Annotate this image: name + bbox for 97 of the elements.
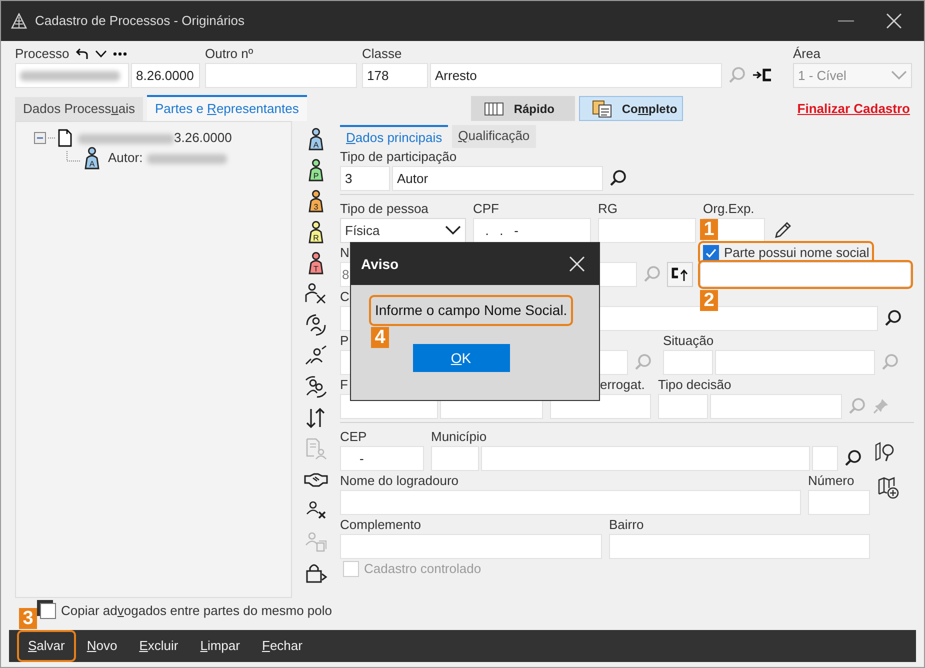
pencil-icon[interactable] bbox=[773, 220, 793, 240]
action-button[interactable]: Limpar bbox=[191, 632, 249, 660]
view-button[interactable]: Rápido bbox=[470, 96, 575, 121]
close-icon bbox=[569, 256, 585, 272]
text-field[interactable]: Arresto bbox=[430, 62, 722, 88]
field-label: Complemento bbox=[340, 517, 421, 533]
text-field[interactable]: Autor bbox=[392, 166, 603, 190]
field-label: CPF bbox=[473, 201, 499, 217]
dialog-message: Informe o campo Nome Social. bbox=[371, 297, 572, 324]
checkbox-label[interactable]: Parte possui nome social bbox=[724, 243, 870, 263]
chevron-down-icon[interactable] bbox=[445, 225, 461, 235]
search-icon[interactable] bbox=[609, 169, 627, 187]
field-label: Bairro bbox=[609, 517, 644, 533]
dialog-title: Aviso bbox=[361, 254, 399, 274]
text-field[interactable] bbox=[481, 446, 810, 470]
text-field[interactable]: 3 bbox=[340, 166, 390, 190]
field-label: errogat. bbox=[600, 377, 645, 393]
tree-node-label[interactable]: 3.26.0000 bbox=[78, 128, 232, 148]
field-label: Área bbox=[793, 46, 820, 62]
action-button[interactable]: Salvar bbox=[19, 632, 74, 660]
tab[interactable]: Dados Processuais bbox=[15, 96, 144, 121]
window-title: Cadastro de Processos - Originários bbox=[35, 12, 245, 30]
more-icon[interactable] bbox=[113, 52, 128, 56]
people-swap-icon[interactable] bbox=[304, 375, 328, 399]
columns-icon bbox=[484, 102, 504, 116]
field-label: N bbox=[340, 245, 350, 261]
chevron-down-icon[interactable] bbox=[95, 50, 108, 58]
minimize-icon bbox=[838, 20, 854, 22]
action-button[interactable]: Excluir bbox=[130, 632, 188, 660]
text-field[interactable] bbox=[808, 490, 870, 514]
field-label: F bbox=[340, 377, 348, 393]
text-field[interactable] bbox=[700, 262, 911, 286]
person-remove-icon[interactable] bbox=[304, 282, 328, 306]
text-field[interactable] bbox=[597, 262, 637, 286]
person-cycle-icon[interactable] bbox=[304, 313, 328, 337]
bracket-arrow-button[interactable] bbox=[667, 262, 693, 286]
documents-icon bbox=[592, 100, 612, 118]
checkbox[interactable] bbox=[40, 602, 56, 619]
field-label: Processo bbox=[15, 46, 70, 62]
text-field[interactable] bbox=[609, 534, 870, 558]
text-field[interactable] bbox=[431, 446, 479, 470]
action-button[interactable]: Fechar bbox=[252, 632, 312, 660]
text-field[interactable] bbox=[598, 218, 696, 242]
text-field[interactable]: 178 bbox=[362, 62, 428, 88]
text-field[interactable] bbox=[658, 394, 708, 418]
field-label: Tipo de participação bbox=[340, 149, 457, 165]
text-field[interactable] bbox=[812, 446, 838, 470]
field-label: P bbox=[340, 333, 349, 349]
undo-icon[interactable] bbox=[75, 48, 90, 60]
bracket-arrow-icon bbox=[671, 266, 689, 282]
text-field[interactable] bbox=[205, 62, 357, 88]
tab[interactable]: Partes e Representantes bbox=[147, 94, 307, 121]
finalize-link[interactable]: Finalizar Cadastro bbox=[797, 98, 910, 118]
tree-line bbox=[48, 137, 56, 139]
text-field[interactable] bbox=[340, 534, 602, 558]
text-field[interactable] bbox=[340, 490, 801, 514]
tab[interactable]: Qualificação bbox=[452, 125, 536, 148]
app-logo-icon bbox=[11, 13, 27, 29]
text-field[interactable] bbox=[710, 394, 842, 418]
view-button[interactable]: Completo bbox=[578, 96, 683, 121]
map-add-icon[interactable] bbox=[877, 476, 901, 500]
checkbox[interactable] bbox=[703, 245, 719, 261]
field-label: Município bbox=[431, 429, 487, 445]
field-label: Tipo de pessoa bbox=[340, 201, 428, 217]
action-button[interactable]: Novo bbox=[78, 632, 126, 660]
annotation-marker: 4 bbox=[371, 327, 389, 348]
text-field[interactable] bbox=[15, 62, 129, 88]
field-label: Número bbox=[808, 473, 854, 489]
text-field[interactable] bbox=[663, 350, 713, 374]
checkbox-label[interactable]: Copiar advogados entre partes do mesmo polo bbox=[61, 601, 332, 620]
text-field[interactable]: - bbox=[340, 446, 424, 470]
document-icon bbox=[58, 129, 72, 147]
field-label: Nome do logradouro bbox=[340, 473, 459, 489]
field-label: Outro nº bbox=[205, 46, 254, 62]
annotation-marker: 3 bbox=[19, 608, 37, 630]
field-label: RG bbox=[598, 201, 618, 217]
search-icon[interactable] bbox=[884, 309, 902, 327]
field-label: Org.Exp. bbox=[703, 201, 754, 217]
ok-button[interactable]: OK bbox=[412, 344, 510, 372]
tab[interactable]: Dados principais bbox=[340, 125, 448, 150]
field-label: CEP bbox=[340, 429, 367, 445]
search-icon[interactable] bbox=[844, 449, 862, 467]
arrow-bracket-icon[interactable] bbox=[752, 68, 774, 82]
minus-icon bbox=[34, 132, 46, 144]
annotation-marker: 1 bbox=[700, 219, 718, 240]
text-field[interactable]: 8.26.0000 bbox=[131, 62, 200, 88]
collapse-toggle[interactable] bbox=[34, 132, 46, 144]
field-label: C bbox=[340, 289, 350, 305]
close-icon bbox=[886, 13, 902, 29]
field-label: Situação bbox=[663, 333, 714, 349]
annotation-marker: 2 bbox=[700, 290, 718, 310]
dropdown[interactable]: Física bbox=[340, 218, 466, 242]
text-field[interactable]: . . - bbox=[473, 218, 591, 242]
field-label: Tipo decisão bbox=[658, 377, 732, 393]
text-field[interactable] bbox=[715, 350, 875, 374]
tree-node-label[interactable]: Autor: bbox=[108, 148, 227, 168]
field-label: Classe bbox=[362, 46, 402, 62]
